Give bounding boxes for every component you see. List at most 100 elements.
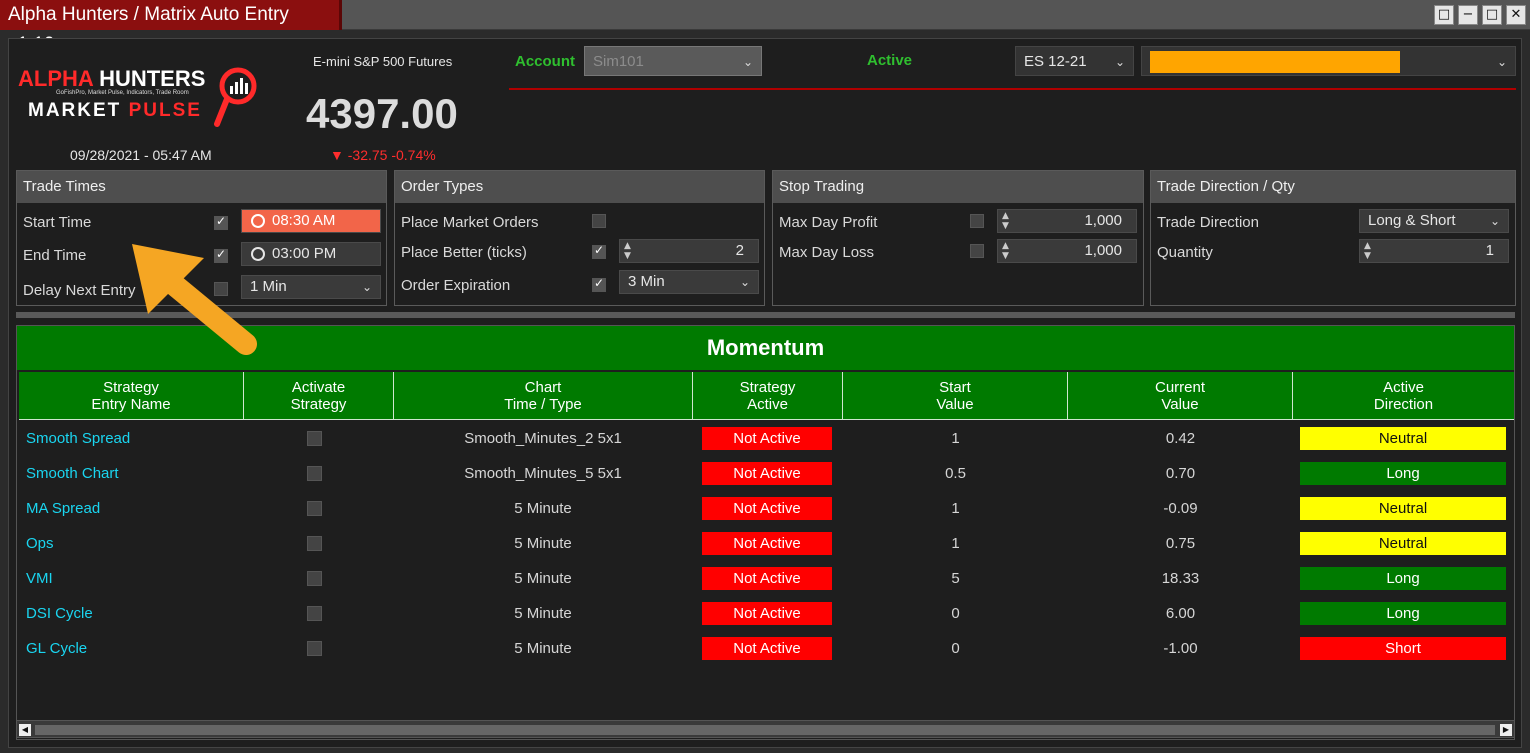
chart-type: Smooth_Minutes_2 5x1 xyxy=(464,430,622,447)
activate-checkbox[interactable] xyxy=(307,466,322,481)
stepper-arrows-icon[interactable]: ▲ ▼ xyxy=(1364,241,1371,261)
quantity-stepper[interactable]: ▲ ▼ 1 xyxy=(1359,239,1509,263)
stepper-arrows-icon[interactable]: ▲ ▼ xyxy=(1002,241,1009,261)
place-better-checkbox[interactable] xyxy=(592,243,606,259)
current-value: 0.75 xyxy=(1165,535,1196,552)
max-day-loss-stepper[interactable]: ▲ ▼ 1,000 xyxy=(997,239,1137,263)
horizontal-scrollbar[interactable]: ◀ ▶ xyxy=(16,720,1515,738)
color-swatch xyxy=(1150,51,1400,73)
delay-next-entry-label: Delay Next Entry xyxy=(23,282,136,299)
activate-checkbox[interactable] xyxy=(307,431,322,446)
start-value[interactable]: 1 xyxy=(843,500,1068,517)
scroll-left-icon[interactable]: ◀ xyxy=(19,724,31,736)
quantity-label: Quantity xyxy=(1157,244,1213,261)
strategy-name[interactable]: VMI xyxy=(26,570,53,587)
start-value[interactable]: 0 xyxy=(843,605,1068,622)
direction-badge: Short xyxy=(1300,637,1506,660)
end-time-label: End Time xyxy=(23,247,87,264)
panel-title: Stop Trading xyxy=(773,171,1143,203)
activate-checkbox[interactable] xyxy=(307,641,322,656)
activate-checkbox[interactable] xyxy=(307,536,322,551)
max-day-loss-label: Max Day Loss xyxy=(779,244,875,261)
direction-badge: Neutral xyxy=(1300,497,1506,520)
header-line: Active xyxy=(747,396,788,413)
activate-checkbox[interactable] xyxy=(307,571,322,586)
instrument-select[interactable]: ES 12-21 ⌄ xyxy=(1015,46,1134,76)
column-header[interactable]: Active Direction xyxy=(1293,372,1514,420)
chart-type: 5 Minute xyxy=(514,605,572,622)
datetime-text: 09/28/2021 - 05:47 AM xyxy=(70,147,212,163)
restore-icon[interactable]: □ xyxy=(1434,5,1454,25)
table-row[interactable]: Smooth Spread Smooth_Minutes_2 5x1 Not A… xyxy=(19,421,1516,456)
title-bar[interactable]: Alpha Hunters / Matrix Auto Entry v1.10 … xyxy=(0,0,1530,55)
direction-badge: Neutral xyxy=(1300,532,1506,555)
trade-direction-select[interactable]: Long & Short ⌄ xyxy=(1359,209,1509,233)
start-value[interactable]: 1 xyxy=(843,430,1068,447)
logo-subtitle: MARKET PULSE xyxy=(28,100,202,122)
start-value[interactable]: 0 xyxy=(843,640,1068,657)
quantity-value: 1 xyxy=(1485,242,1494,259)
max-day-profit-value: 1,000 xyxy=(1084,212,1122,229)
column-header[interactable]: Strategy Active xyxy=(693,372,843,420)
panel-title: Trade Times xyxy=(17,171,386,203)
header-line: Activate xyxy=(291,379,346,396)
column-header[interactable]: Chart Time / Type xyxy=(394,372,693,420)
magnifier-icon xyxy=(214,67,257,127)
strategy-color-select[interactable]: ⌄ xyxy=(1141,46,1516,76)
app-window: Alpha Hunters / Matrix Auto Entry v1.10 … xyxy=(0,0,1530,753)
grid-header: Strategy Entry Name Activate Strategy Char… xyxy=(19,372,1514,420)
strategy-name[interactable]: Smooth Spread xyxy=(26,430,130,447)
column-header[interactable]: Activate Strategy xyxy=(244,372,394,420)
account-label: Account xyxy=(515,53,575,70)
clock-icon xyxy=(251,214,265,228)
header-line: Value xyxy=(936,396,974,413)
start-time-field[interactable]: 08:30 AM xyxy=(241,209,381,233)
header-line: Strategy xyxy=(739,379,796,396)
account-value: Sim101 xyxy=(593,53,644,70)
stepper-arrows-icon[interactable]: ▲ ▼ xyxy=(624,241,631,261)
account-select[interactable]: Sim101 ⌄ xyxy=(584,46,762,76)
table-row[interactable]: Smooth Chart Smooth_Minutes_5 5x1 Not Ac… xyxy=(19,456,1516,491)
place-better-stepper[interactable]: ▲ ▼ 2 xyxy=(619,239,759,263)
market-orders-checkbox[interactable] xyxy=(592,214,606,228)
column-header[interactable]: Start Value xyxy=(843,372,1068,420)
order-expiration-checkbox[interactable] xyxy=(592,276,606,292)
chevron-down-icon: ⌄ xyxy=(742,55,753,69)
max-day-profit-stepper[interactable]: ▲ ▼ 1,000 xyxy=(997,209,1137,233)
activate-checkbox[interactable] xyxy=(307,606,322,621)
strategy-name[interactable]: GL Cycle xyxy=(26,640,87,657)
scroll-right-icon[interactable]: ▶ xyxy=(1500,724,1512,736)
max-day-profit-checkbox[interactable] xyxy=(970,214,984,228)
close-button[interactable]: ✕ xyxy=(1506,5,1526,25)
start-value[interactable]: 0.5 xyxy=(843,465,1068,482)
strategy-name[interactable]: Smooth Chart xyxy=(26,465,119,482)
activate-checkbox[interactable] xyxy=(307,501,322,516)
table-row[interactable]: DSI Cycle 5 Minute Not Active 0 6.00 Lon… xyxy=(19,596,1516,631)
table-row[interactable]: GL Cycle 5 Minute Not Active 0 -1.00 Sho… xyxy=(19,631,1516,666)
maximize-button[interactable]: □ xyxy=(1482,5,1502,25)
start-value[interactable]: 1 xyxy=(843,535,1068,552)
strategy-name[interactable]: MA Spread xyxy=(26,500,100,517)
logo-title: ALPHA HUNTERS xyxy=(18,66,205,92)
stepper-arrows-icon[interactable]: ▲ ▼ xyxy=(1002,211,1009,231)
max-day-loss-checkbox[interactable] xyxy=(970,244,984,258)
column-header[interactable]: Strategy Entry Name xyxy=(19,372,244,420)
table-row[interactable]: Ops 5 Minute Not Active 1 0.75 Neutral xyxy=(19,526,1516,561)
market-orders-label: Place Market Orders xyxy=(401,214,539,231)
minimize-button[interactable]: − xyxy=(1458,5,1478,25)
start-time-checkbox[interactable] xyxy=(214,214,228,230)
strategy-name[interactable]: Ops xyxy=(26,535,54,552)
column-header[interactable]: Current Value xyxy=(1068,372,1293,420)
chart-type: 5 Minute xyxy=(514,535,572,552)
header-line: Current xyxy=(1154,379,1206,396)
chart-type: 5 Minute xyxy=(514,500,572,517)
start-value[interactable]: 5 xyxy=(843,570,1068,587)
order-expiration-label: Order Expiration xyxy=(401,277,511,294)
header-line: Direction xyxy=(1373,396,1434,413)
stop-trading-panel: Stop Trading Max Day Profit ▲ ▼ 1,000 Max… xyxy=(772,170,1144,306)
table-row[interactable]: VMI 5 Minute Not Active 5 18.33 Long xyxy=(19,561,1516,596)
table-row[interactable]: MA Spread 5 Minute Not Active 1 -0.09 Ne… xyxy=(19,491,1516,526)
strategy-name[interactable]: DSI Cycle xyxy=(26,605,93,622)
order-expiration-select[interactable]: 3 Min ⌄ xyxy=(619,270,759,294)
scroll-thumb[interactable] xyxy=(35,725,1495,735)
